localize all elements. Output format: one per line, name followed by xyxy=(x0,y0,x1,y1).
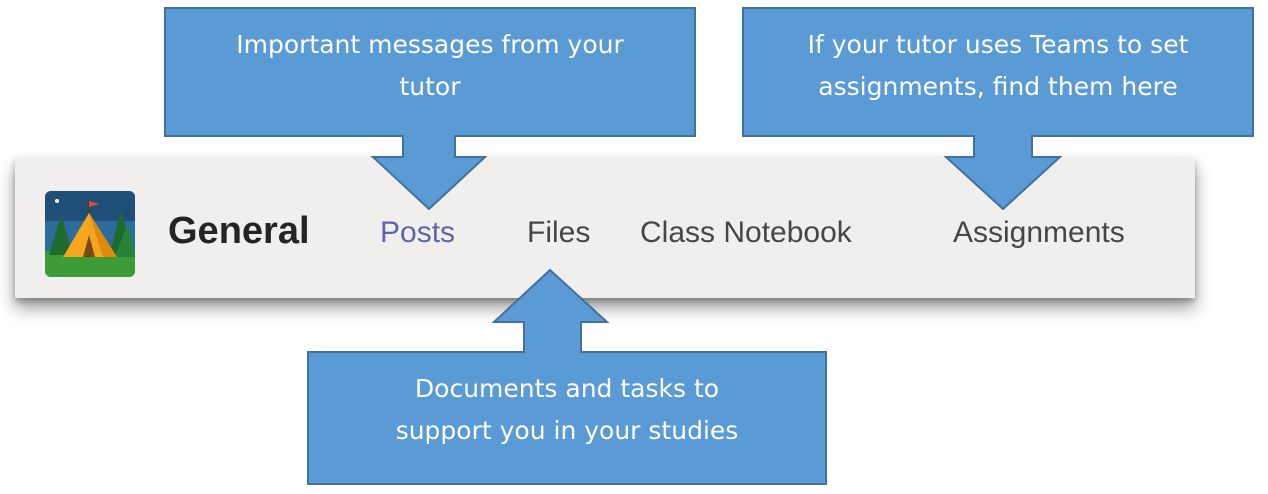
callout-posts-line2: tutor xyxy=(399,72,461,101)
callout-files-line2: support you in your studies xyxy=(395,416,739,445)
callout-posts-line1: Important messages from your xyxy=(236,30,624,59)
callout-assignments-line2: assignments, find them here xyxy=(818,72,1178,101)
callout-assignments-line1: If your tutor uses Teams to set xyxy=(807,30,1189,59)
callout-files-line1: Documents and tasks to xyxy=(414,374,720,403)
callout-posts-text: Important messages from your tutor xyxy=(165,24,695,108)
callout-files-text: Documents and tasks to support you in yo… xyxy=(308,368,826,452)
callout-assignments-text: If your tutor uses Teams to set assignme… xyxy=(743,24,1253,108)
